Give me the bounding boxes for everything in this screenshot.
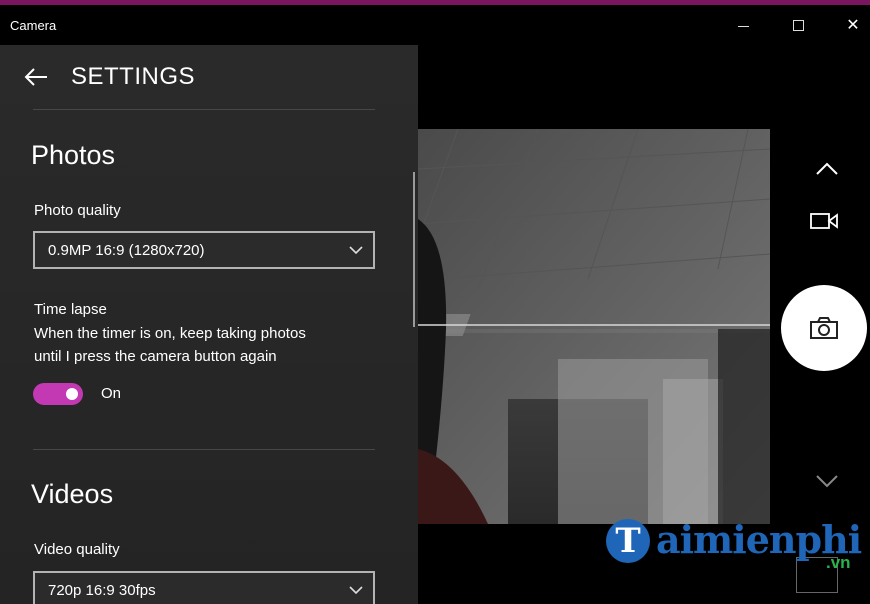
take-photo-button[interactable] <box>781 285 867 371</box>
photo-quality-label: Photo quality <box>34 202 121 219</box>
maximize-button[interactable] <box>775 5 821 45</box>
photo-quality-value: 0.9MP 16:9 (1280x720) <box>48 242 205 259</box>
back-arrow-icon[interactable] <box>23 67 49 87</box>
settings-scrollbar[interactable] <box>413 172 415 327</box>
photo-quality-dropdown[interactable]: 0.9MP 16:9 (1280x720) <box>33 231 375 269</box>
video-quality-value: 720p 16:9 30fps <box>48 582 156 599</box>
toggle-knob <box>66 388 78 400</box>
camera-icon <box>810 317 838 339</box>
app-title: Camera <box>10 18 57 33</box>
time-lapse-label: Time lapse <box>34 301 107 318</box>
watermark-logo: T aimienphi .vn <box>604 513 866 593</box>
settings-title: SETTINGS <box>71 63 196 90</box>
time-lapse-description-line-2: until I press the camera button again <box>34 348 277 365</box>
watermark-badge: T <box>606 519 650 563</box>
camera-app-window: Camera ✕ SETTINGS Photos Photo quality 0… <box>0 0 870 604</box>
chevron-down-icon <box>349 586 363 595</box>
time-lapse-description-line-1: When the timer is on, keep taking photos <box>34 325 306 342</box>
videos-heading: Videos <box>31 479 114 509</box>
chevron-down-icon[interactable] <box>815 473 839 489</box>
divider <box>33 109 375 110</box>
camera-viewfinder[interactable] <box>418 129 770 524</box>
time-lapse-state: On <box>101 385 122 402</box>
viewfinder-image <box>418 129 770 524</box>
watermark-domain: .vn <box>826 553 851 572</box>
chevron-up-icon[interactable] <box>815 161 839 177</box>
photos-heading: Photos <box>31 140 116 170</box>
time-lapse-toggle[interactable] <box>33 383 83 405</box>
settings-panel: SETTINGS Photos Photo quality 0.9MP 16:9… <box>0 45 418 604</box>
video-quality-dropdown[interactable]: 720p 16:9 30fps <box>33 571 375 604</box>
close-button[interactable]: ✕ <box>830 5 870 45</box>
video-camera-icon[interactable] <box>809 210 839 232</box>
chevron-down-icon <box>349 246 363 255</box>
video-quality-label: Video quality <box>34 541 120 558</box>
divider <box>33 449 375 450</box>
minimize-button[interactable] <box>720 5 766 45</box>
title-bar: Camera ✕ <box>0 5 870 45</box>
minimize-icon <box>737 25 749 27</box>
maximize-icon <box>792 19 804 31</box>
close-icon: ✕ <box>846 17 860 34</box>
